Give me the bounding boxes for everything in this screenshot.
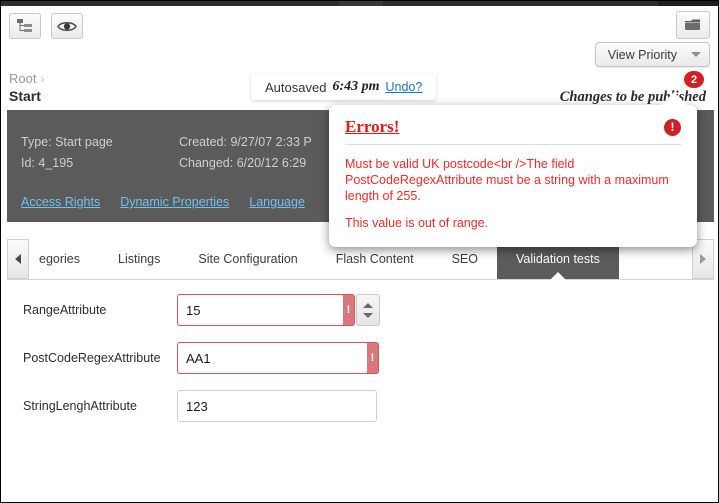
tab-label: Flash Content <box>335 252 414 266</box>
media-folder-button[interactable] <box>676 11 710 39</box>
tab-label: Listings <box>118 252 161 266</box>
metadata-changed-row: Changed: 6/20/12 6:29 <box>179 153 312 174</box>
field-string-length-wrap <box>177 390 377 422</box>
arrow-right-icon <box>700 254 706 264</box>
field-postcode-regex-wrap: ! <box>177 342 379 374</box>
view-priority-dropdown[interactable]: View Priority <box>594 42 710 67</box>
metadata-id-label: Id: <box>21 156 35 170</box>
metadata-type-value: Start page <box>55 135 113 149</box>
stepper-down-icon[interactable] <box>363 312 373 318</box>
eye-icon <box>57 21 77 31</box>
tab-listings[interactable]: Listings <box>99 239 180 279</box>
active-tab-caret-icon <box>549 272 566 280</box>
undo-link[interactable]: Undo? <box>386 80 423 94</box>
metadata-changed-value: 6/20/12 6:29 <box>236 156 307 170</box>
metadata-created-row: Created: 9/27/07 2:33 P <box>179 132 312 153</box>
folder-button-area <box>660 6 718 46</box>
error-popup-body: Must be valid UK postcode<br />The field… <box>345 156 681 231</box>
error-popup: Errors! ! Must be valid UK postcode<br /… <box>329 92 697 247</box>
breadcrumb: Root › <box>9 71 44 86</box>
tab-site-configuration[interactable]: Site Configuration <box>179 239 317 279</box>
tab-label: SEO <box>451 252 478 266</box>
tab-scroll-left-button[interactable] <box>7 239 29 279</box>
page-title: Start <box>9 88 41 104</box>
stepper-up-icon[interactable] <box>363 302 373 308</box>
metadata-created-label: Created: <box>179 135 227 149</box>
metadata-id-value: 4_195 <box>38 156 74 170</box>
tab-categories[interactable]: egories <box>29 239 99 279</box>
tree-structure-button[interactable] <box>9 13 41 39</box>
autosave-time: 6:43 pm <box>332 79 380 94</box>
exclamation-icon: ! <box>664 118 681 136</box>
tab-label: egories <box>39 252 80 266</box>
range-attribute-input[interactable] <box>177 294 343 326</box>
link-access-rights[interactable]: Access Rights <box>21 195 100 209</box>
popup-arrow <box>660 92 688 106</box>
metadata-type-label: Type: <box>21 135 52 149</box>
error-message-2: This value is out of range. <box>345 216 489 230</box>
status-badge[interactable]: 2 <box>684 71 704 88</box>
range-attribute-stepper[interactable] <box>356 294 380 326</box>
metadata-type-row: Type: Start page <box>21 132 113 153</box>
postcode-regex-error-marker[interactable]: ! <box>367 342 379 374</box>
metadata-column-right: Created: 9/27/07 2:33 P Changed: 6/20/12… <box>179 132 312 174</box>
label-range-attribute: RangeAttribute <box>23 303 107 317</box>
tab-label: Site Configuration <box>198 252 298 266</box>
metadata-created-value: 9/27/07 2:33 P <box>230 135 312 149</box>
metadata-links: Access Rights Dynamic Properties Languag… <box>21 195 305 209</box>
edit-view-window: View Priority Root › Start Autosaved 6:4… <box>0 0 719 503</box>
link-dynamic-properties[interactable]: Dynamic Properties <box>120 195 229 209</box>
metadata-changed-label: Changed: <box>179 156 234 170</box>
postcode-regex-attribute-input[interactable] <box>177 342 367 374</box>
error-message-1: Must be valid UK postcode<br />The field… <box>345 157 669 203</box>
property-form: RangeAttribute ! PostCodeRegexAttribute … <box>7 281 714 501</box>
error-popup-header: Errors! ! <box>345 117 681 145</box>
breadcrumb-separator-icon: › <box>40 71 45 86</box>
tree-structure-icon <box>17 19 32 32</box>
breadcrumb-root[interactable]: Root <box>9 71 36 86</box>
string-length-attribute-input[interactable] <box>177 390 377 422</box>
folder-icon <box>685 19 700 30</box>
field-range-attribute-wrap: ! <box>177 294 380 326</box>
toolbar: View Priority <box>1 6 718 67</box>
link-language[interactable]: Language <box>249 195 305 209</box>
label-postcode-regex-attribute: PostCodeRegexAttribute <box>23 351 161 365</box>
tab-scroll-right-button[interactable] <box>692 239 714 279</box>
chevron-down-icon <box>691 52 701 57</box>
arrow-left-icon <box>15 254 21 264</box>
metadata-id-row: Id: 4_195 <box>21 153 113 174</box>
range-attribute-error-marker[interactable]: ! <box>343 294 355 326</box>
view-priority-label: View Priority <box>607 47 677 62</box>
label-string-length-attribute: StringLenghAttribute <box>23 399 137 413</box>
preview-button[interactable] <box>51 13 83 39</box>
autosave-label: Autosaved <box>265 79 327 95</box>
error-popup-title: Errors! <box>345 117 400 136</box>
autosave-status: Autosaved 6:43 pm Undo? <box>251 74 437 100</box>
metadata-column-left: Type: Start page Id: 4_195 <box>21 132 113 174</box>
tab-label: Validation tests <box>516 252 600 266</box>
